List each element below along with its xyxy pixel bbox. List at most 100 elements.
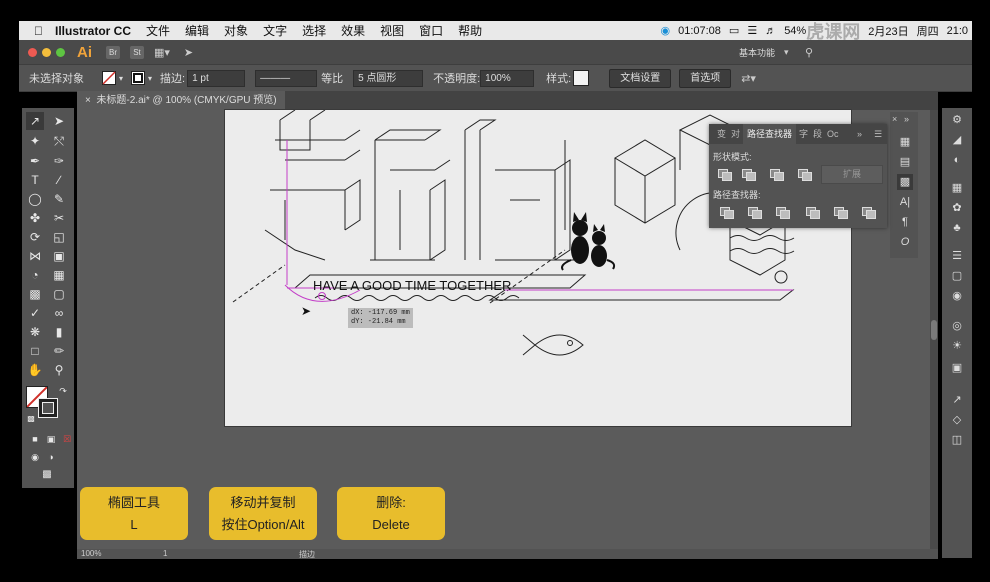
eyedropper-icon[interactable]: ✓ (26, 304, 44, 322)
exclude-icon[interactable] (797, 168, 812, 181)
tab-paragraph[interactable]: 段 (813, 124, 822, 144)
grid-panel-icon[interactable]: ▦ (897, 134, 913, 150)
menu-effect[interactable]: 效果 (341, 22, 365, 39)
opentype-panel-icon[interactable]: O (897, 234, 913, 250)
rotate-tool-icon[interactable]: ⟳ (26, 228, 44, 246)
menu-window[interactable]: 窗口 (419, 22, 443, 39)
merge-icon[interactable] (775, 206, 790, 219)
intersect-icon[interactable] (769, 168, 784, 181)
stroke-color-box[interactable] (38, 398, 58, 418)
workspace-switcher[interactable]: 基本功能 (739, 46, 775, 59)
menu-view[interactable]: 视图 (380, 22, 404, 39)
menu-app-name[interactable]: Illustrator CC (55, 24, 131, 38)
export-icon[interactable]: ↗ (949, 392, 965, 408)
opacity-field[interactable]: 100% (480, 69, 535, 87)
opacity-label[interactable]: 不透明度: (433, 70, 480, 86)
bridge-button[interactable]: Br (106, 45, 120, 59)
menu-select[interactable]: 选择 (302, 22, 326, 39)
ellipse-tool-icon[interactable]: ◯ (26, 190, 44, 208)
tab-character[interactable]: 字 (799, 124, 808, 144)
search-stock-icon[interactable]: ⚲ (805, 46, 813, 59)
volume-icon[interactable]: ♬ (765, 25, 776, 37)
paintbrush-icon[interactable]: ✎ (50, 190, 68, 208)
zoom-tool-icon[interactable]: ⚲ (50, 361, 68, 379)
libraries-icon[interactable]: ◢ (949, 132, 965, 148)
column-graph-icon[interactable]: ▮ (50, 323, 68, 341)
stroke-profile-select[interactable]: ――― (255, 69, 318, 87)
menu-type[interactable]: 文字 (263, 22, 287, 39)
color-guide-icon[interactable]: ◐ (949, 152, 965, 168)
outline-icon[interactable] (833, 206, 848, 219)
stroke-label[interactable]: 描边: (160, 70, 185, 86)
panel-close-icon[interactable]: × (892, 114, 897, 124)
artboard-number[interactable]: 1 (163, 549, 167, 558)
panel-menu-icon[interactable]: ☰ (874, 124, 882, 144)
lasso-icon[interactable]: ⤲ (50, 132, 68, 150)
arrange-icon[interactable]: ⇄▾ (741, 72, 756, 85)
brushes-icon[interactable]: ✿ (949, 200, 965, 216)
perspective-grid-icon[interactable]: ▦ (50, 266, 68, 284)
stock-button[interactable]: St (130, 45, 144, 59)
fill-chevron-icon[interactable]: ▾ (119, 74, 123, 83)
stroke-weight-field[interactable]: 1 pt (187, 69, 246, 87)
hand-tool-icon[interactable]: ✋ (26, 361, 44, 379)
paragraph-panel-icon[interactable]: ¶ (897, 214, 913, 230)
divide-icon[interactable] (719, 206, 734, 219)
menu-edit[interactable]: 编辑 (185, 22, 209, 39)
scrollbar-thumb[interactable] (931, 320, 937, 340)
menu-help[interactable]: 帮助 (458, 22, 482, 39)
document-tab[interactable]: × 未标题-2.ai* @ 100% (CMYK/GPU 预览) (77, 91, 285, 110)
slice-tool-icon[interactable]: ✏ (50, 342, 68, 360)
crop-icon[interactable] (805, 206, 820, 219)
swap-fill-stroke-icon[interactable]: ↷ (54, 382, 72, 400)
minus-front-icon[interactable] (741, 168, 756, 181)
transparency-icon[interactable]: ◉ (949, 288, 965, 304)
pen-tool-icon[interactable]: ✒ (26, 152, 44, 170)
close-tab-icon[interactable]: × (85, 95, 91, 106)
record-icon[interactable]: ◉ (660, 24, 670, 37)
workspace-chevron-icon[interactable]: ▾ (784, 47, 789, 58)
menu-file[interactable]: 文件 (146, 22, 170, 39)
appearance-icon[interactable]: ◎ (949, 318, 965, 334)
draw-behind-icon[interactable]: ◑ (42, 448, 60, 466)
graphic-styles-icon[interactable]: ☀ (949, 338, 965, 354)
scale-tool-icon[interactable]: ◱ (50, 228, 68, 246)
style-swatch[interactable] (573, 70, 590, 86)
arrange-documents-icon[interactable]: ▦▾ (154, 46, 170, 59)
airplay-icon[interactable]: ▭ (729, 24, 739, 37)
blend-tool-icon[interactable]: ∞ (50, 304, 68, 322)
trim-icon[interactable] (747, 206, 762, 219)
scissors-icon[interactable]: ✂ (50, 209, 68, 227)
minus-back-icon[interactable] (861, 206, 876, 219)
mesh-tool-icon[interactable]: ▩ (26, 285, 44, 303)
preferences-button[interactable]: 首选项 (679, 68, 732, 88)
screen-mode-icon[interactable]: ▩ (38, 466, 56, 484)
layers-icon[interactable]: ◇ (949, 412, 965, 428)
shaper-tool-icon[interactable]: ✤ (26, 209, 44, 227)
window-zoom-button[interactable] (56, 47, 65, 57)
expand-button[interactable]: 扩展 (821, 165, 883, 184)
default-colors-icon[interactable]: ▩ (22, 410, 40, 428)
line-tool-icon[interactable]: ∕ (50, 171, 68, 189)
wifi-icon[interactable]: ☰ (747, 24, 757, 37)
artboard-tool-icon[interactable]: □ (26, 342, 44, 360)
magic-wand-icon[interactable]: ✦ (26, 132, 44, 150)
tab-transform[interactable]: 变 (717, 124, 726, 144)
battery-level[interactable]: 54% (784, 25, 806, 37)
selection-tool-icon[interactable]: ↗ (26, 112, 44, 130)
document-setup-button[interactable]: 文档设置 (609, 68, 672, 88)
shape-builder-icon[interactable]: ◔ (26, 266, 44, 284)
fill-swatch[interactable]: ▾ (102, 71, 123, 85)
artboards-panel-icon[interactable]: ◫ (949, 432, 965, 448)
profile-value[interactable]: 等比 (321, 70, 343, 86)
unite-icon[interactable] (717, 168, 732, 181)
symbols-icon[interactable]: ♣ (949, 220, 965, 236)
stroke-chevron-icon[interactable]: ▾ (148, 74, 152, 83)
tab-pathfinder[interactable]: 路径查找器 (743, 124, 797, 144)
panel-collapse-icon[interactable]: » (904, 114, 909, 124)
tab-opentype[interactable]: Oc (827, 124, 839, 144)
swatches-icon[interactable]: ▦ (949, 180, 965, 196)
tab-align[interactable]: 对 (731, 124, 740, 144)
gradient-panel-icon[interactable]: ▢ (949, 268, 965, 284)
window-minimize-button[interactable] (42, 47, 51, 57)
